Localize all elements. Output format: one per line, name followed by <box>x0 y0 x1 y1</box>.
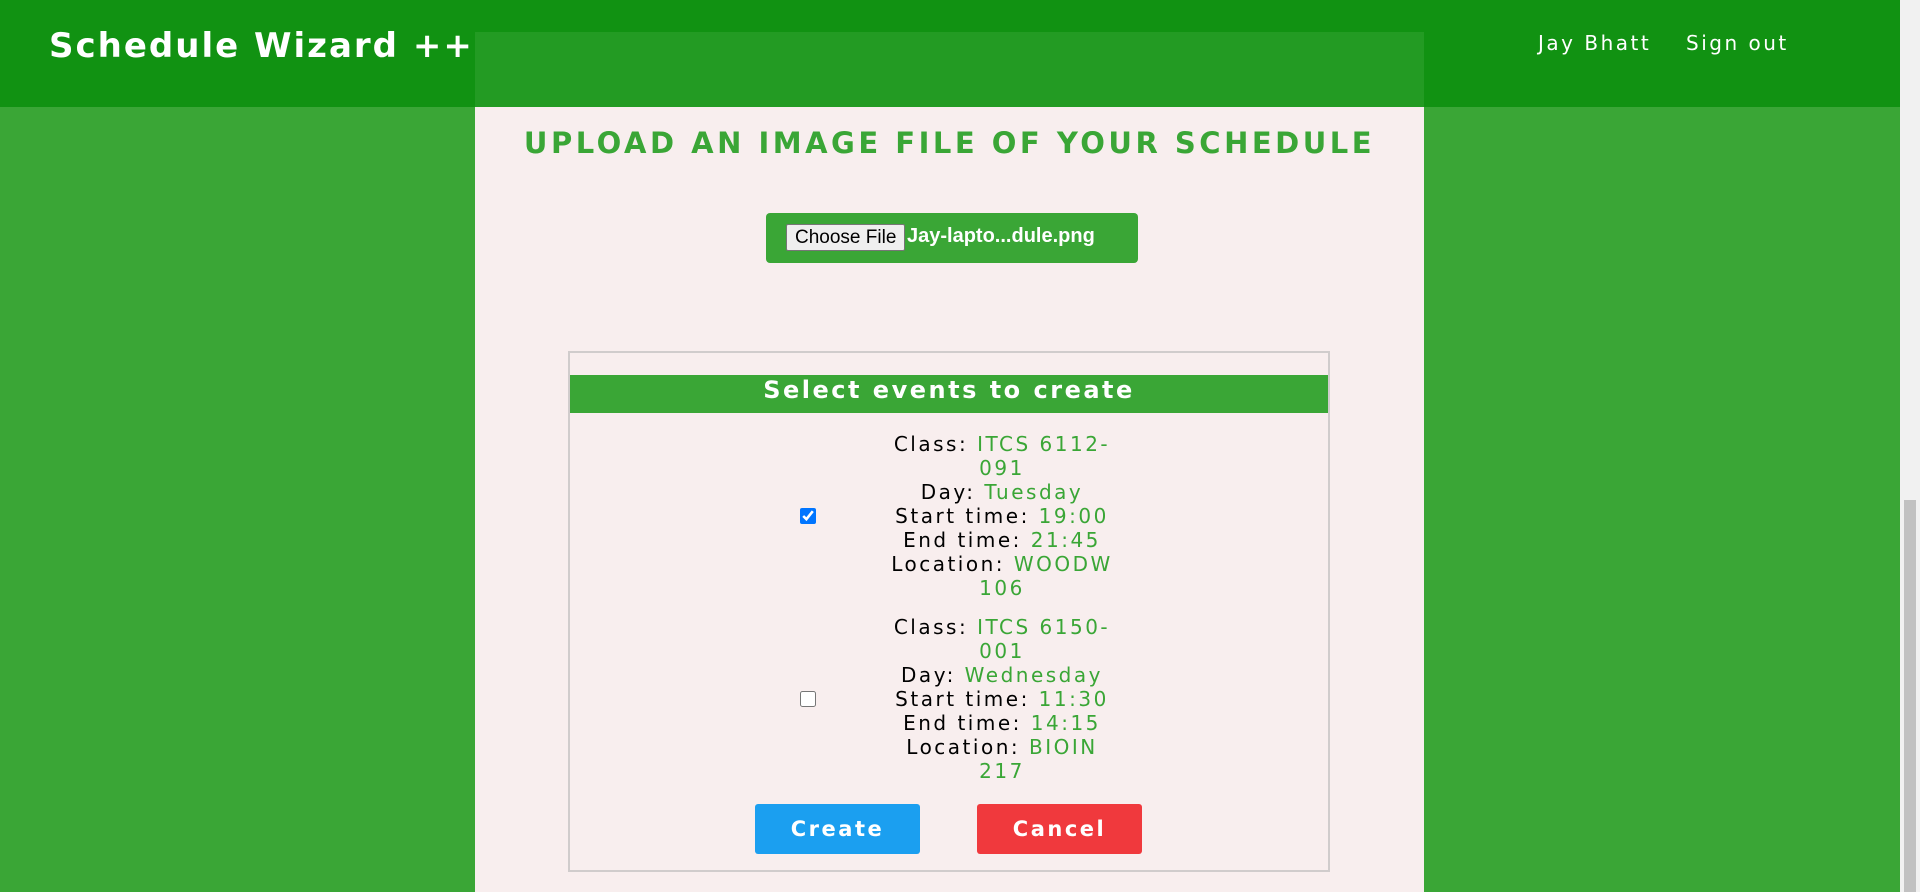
scrollbar-thumb[interactable] <box>1904 500 1916 892</box>
event-checkbox[interactable] <box>800 508 816 524</box>
location-label: Location: <box>906 735 1021 759</box>
events-header: Select events to create <box>570 375 1328 413</box>
day-label: Day: <box>920 480 976 504</box>
start-value: 19:00 <box>1038 504 1109 528</box>
location-value: BIOIN <box>1028 735 1098 759</box>
event-item: Class: ITCS 6150- 001 Day: Wednesday Sta… <box>570 615 1328 785</box>
day-value: Tuesday <box>984 480 1084 504</box>
cancel-button[interactable]: Cancel <box>977 804 1142 854</box>
create-button[interactable]: Create <box>755 804 920 854</box>
event-checkbox[interactable] <box>800 691 816 707</box>
brand-title[interactable]: Schedule Wizard ++ <box>49 26 474 66</box>
class-value-cont: 091 <box>979 456 1025 480</box>
nav-user-name[interactable]: Jay Bhatt <box>1538 31 1651 55</box>
end-value: 21:45 <box>1030 528 1101 552</box>
end-label: End time: <box>903 528 1022 552</box>
file-upload-box[interactable]: Choose File Jay-lapto...dule.png <box>766 213 1138 263</box>
start-value: 11:30 <box>1038 687 1109 711</box>
selected-file-name: Jay-lapto...dule.png <box>907 225 1095 247</box>
class-value: ITCS 6112- <box>977 432 1111 456</box>
location-value: WOODW <box>1013 552 1113 576</box>
event-details: Class: ITCS 6150- 001 Day: Wednesday Sta… <box>887 615 1117 783</box>
start-label: Start time: <box>895 504 1030 528</box>
sign-out-link[interactable]: Sign out <box>1686 31 1789 55</box>
start-label: Start time: <box>895 687 1030 711</box>
location-value-cont: 217 <box>979 759 1025 783</box>
event-item: Class: ITCS 6112- 091 Day: Tuesday Start… <box>570 432 1328 602</box>
location-value-cont: 106 <box>979 576 1025 600</box>
location-label: Location: <box>891 552 1006 576</box>
choose-file-button[interactable]: Choose File <box>786 224 906 251</box>
end-value: 14:15 <box>1030 711 1101 735</box>
end-label: End time: <box>903 711 1022 735</box>
day-value: Wednesday <box>964 663 1103 687</box>
day-label: Day: <box>901 663 956 687</box>
event-details: Class: ITCS 6112- 091 Day: Tuesday Start… <box>887 432 1117 600</box>
upload-heading: UPLOAD AN IMAGE FILE OF YOUR SCHEDULE <box>523 126 1376 160</box>
page-scrollbar[interactable] <box>1900 0 1920 892</box>
class-label: Class: <box>893 615 969 639</box>
main-panel: UPLOAD AN IMAGE FILE OF YOUR SCHEDULE Ch… <box>475 32 1424 892</box>
class-value: ITCS 6150- <box>977 615 1111 639</box>
class-value-cont: 001 <box>979 639 1025 663</box>
panel-top-band <box>475 32 1424 107</box>
events-selection-box: Select events to create Class: ITCS 6112… <box>568 351 1330 872</box>
class-label: Class: <box>893 432 969 456</box>
